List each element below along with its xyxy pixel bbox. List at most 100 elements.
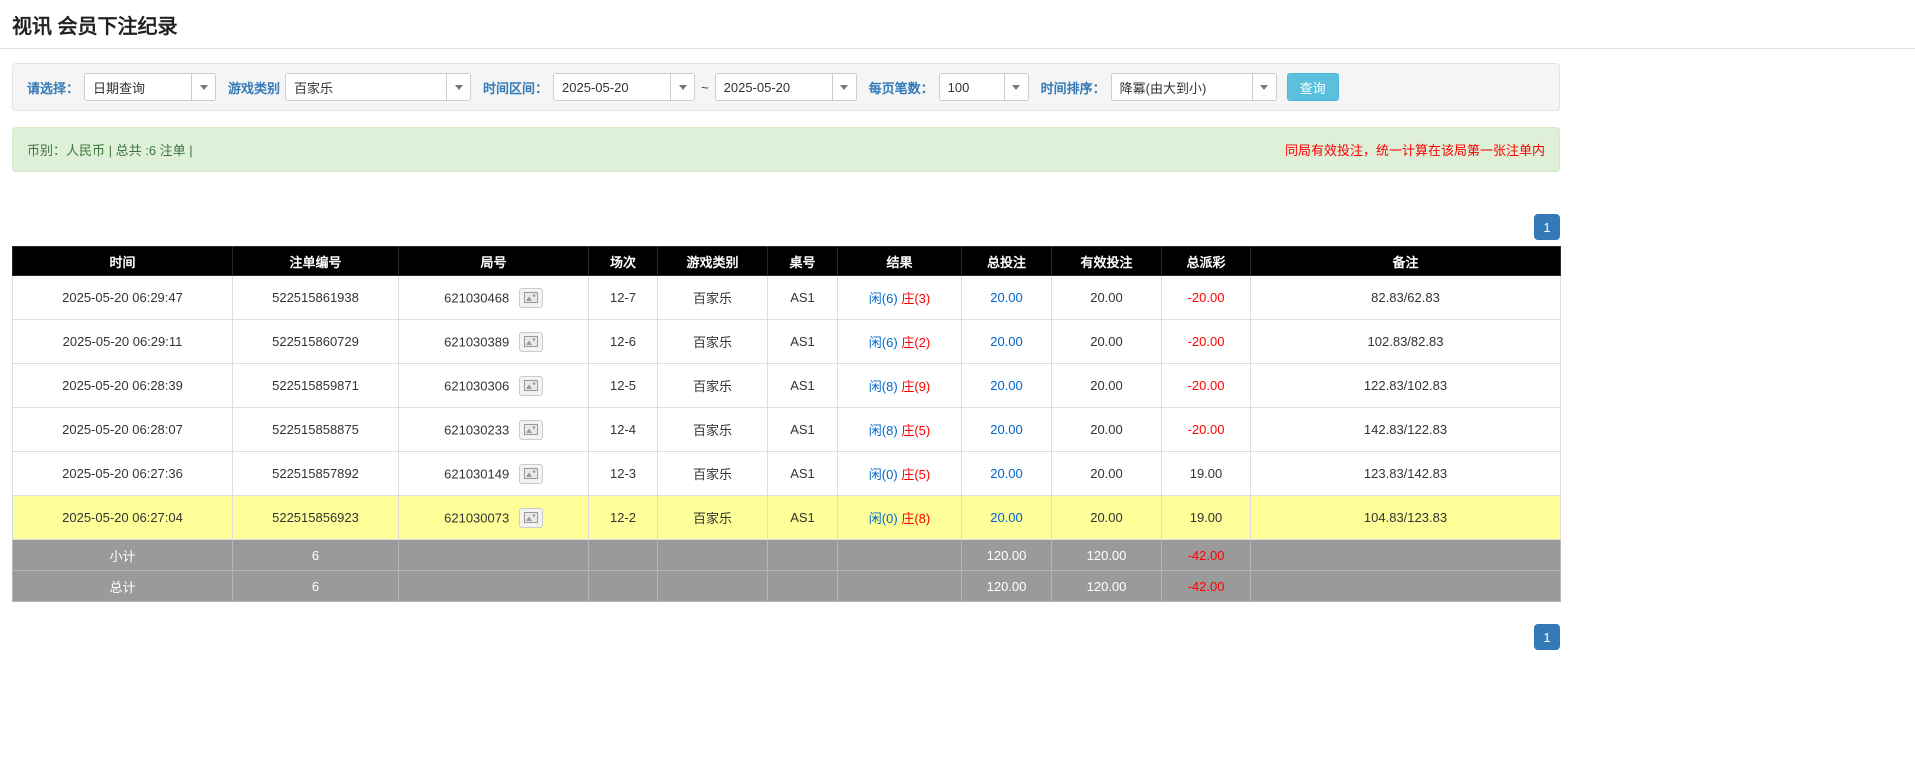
time-sort-value[interactable]: 降冪(由大到小) bbox=[1111, 73, 1253, 101]
cell-note: 122.83/102.83 bbox=[1251, 364, 1561, 408]
result-banker: 庄(8) bbox=[901, 511, 930, 526]
cell-note: 82.83/62.83 bbox=[1251, 276, 1561, 320]
cell-time: 2025-05-20 06:29:11 bbox=[13, 320, 233, 364]
round-id-text: 621030149 bbox=[444, 466, 509, 481]
video-replay-button[interactable] bbox=[519, 376, 543, 396]
page-size-caret-button[interactable] bbox=[1005, 73, 1029, 101]
round-id-text: 621030468 bbox=[444, 290, 509, 305]
cell-table-no: AS1 bbox=[768, 320, 838, 364]
result-player: 闲(6) bbox=[869, 335, 898, 350]
filter-bar: 请选择： 日期查询 游戏类别 百家乐 时间区间： 2025-05-20 ~ 20… bbox=[12, 63, 1560, 111]
video-thumbnail-icon bbox=[524, 424, 538, 435]
cell-table-no: AS1 bbox=[768, 364, 838, 408]
page-size-value[interactable]: 100 bbox=[939, 73, 1005, 101]
page-1-button[interactable]: 1 bbox=[1534, 624, 1560, 650]
cell-game-type: 百家乐 bbox=[658, 452, 768, 496]
date-from-caret-button[interactable] bbox=[671, 73, 695, 101]
cell-total-bet[interactable]: 20.00 bbox=[962, 276, 1052, 320]
search-button[interactable]: 查询 bbox=[1287, 73, 1339, 101]
cell-time: 2025-05-20 06:29:47 bbox=[13, 276, 233, 320]
date-to-caret-button[interactable] bbox=[833, 73, 857, 101]
video-replay-button[interactable] bbox=[519, 464, 543, 484]
date-from-value[interactable]: 2025-05-20 bbox=[553, 73, 671, 101]
header-valid-bet: 有效投注 bbox=[1052, 247, 1162, 276]
cell-table-no: AS1 bbox=[768, 452, 838, 496]
cell-session: 12-3 bbox=[589, 452, 658, 496]
total-total-bet: 120.00 bbox=[962, 571, 1052, 602]
result-player: 闲(8) bbox=[869, 423, 898, 438]
date-to-value[interactable]: 2025-05-20 bbox=[715, 73, 833, 101]
cell-bet-id: 522515859871 bbox=[233, 364, 399, 408]
chevron-down-icon bbox=[1012, 85, 1020, 90]
result-player: 闲(0) bbox=[869, 511, 898, 526]
query-type-caret-button[interactable] bbox=[192, 73, 216, 101]
video-thumbnail-icon bbox=[524, 380, 538, 391]
game-type-value[interactable]: 百家乐 bbox=[285, 73, 447, 101]
video-thumbnail-icon bbox=[524, 336, 538, 347]
cell-result: 闲(6) 庄(3) bbox=[838, 276, 962, 320]
cell-total-bet[interactable]: 20.00 bbox=[962, 452, 1052, 496]
cell-session: 12-7 bbox=[589, 276, 658, 320]
chevron-down-icon bbox=[200, 85, 208, 90]
content-container: 请选择： 日期查询 游戏类别 百家乐 时间区间： 2025-05-20 ~ 20… bbox=[12, 63, 1560, 650]
cell-round-id: 621030233 bbox=[399, 408, 589, 452]
empty-cell bbox=[838, 571, 962, 602]
query-type-value[interactable]: 日期查询 bbox=[84, 73, 192, 101]
date-to-picker[interactable]: 2025-05-20 bbox=[715, 73, 857, 101]
cell-game-type: 百家乐 bbox=[658, 364, 768, 408]
total-payout: -42.00 bbox=[1162, 571, 1251, 602]
date-from-picker[interactable]: 2025-05-20 bbox=[553, 73, 695, 101]
bet-records-table: 时间 注单编号 局号 场次 游戏类别 桌号 结果 总投注 有效投注 总派彩 备注… bbox=[12, 246, 1561, 602]
time-sort-select[interactable]: 降冪(由大到小) bbox=[1111, 73, 1277, 101]
query-type-select[interactable]: 日期查询 bbox=[84, 73, 216, 101]
video-replay-button[interactable] bbox=[519, 420, 543, 440]
video-replay-button[interactable] bbox=[519, 508, 543, 528]
empty-cell bbox=[589, 571, 658, 602]
result-banker: 庄(3) bbox=[901, 291, 930, 306]
cell-session: 12-2 bbox=[589, 496, 658, 540]
cell-bet-id: 522515858875 bbox=[233, 408, 399, 452]
game-type-label: 游戏类别 bbox=[228, 78, 280, 97]
video-replay-button[interactable] bbox=[519, 332, 543, 352]
subtotal-total-bet: 120.00 bbox=[962, 540, 1052, 571]
empty-cell bbox=[1251, 571, 1561, 602]
query-type-label: 请选择： bbox=[27, 78, 79, 97]
cell-time: 2025-05-20 06:27:04 bbox=[13, 496, 233, 540]
cell-total-bet[interactable]: 20.00 bbox=[962, 364, 1052, 408]
time-sort-caret-button[interactable] bbox=[1253, 73, 1277, 101]
subtotal-count: 6 bbox=[233, 540, 399, 571]
page-1-button[interactable]: 1 bbox=[1534, 214, 1560, 240]
header-round-id: 局号 bbox=[399, 247, 589, 276]
cell-note: 142.83/122.83 bbox=[1251, 408, 1561, 452]
cell-round-id: 621030149 bbox=[399, 452, 589, 496]
cell-game-type: 百家乐 bbox=[658, 276, 768, 320]
cell-table-no: AS1 bbox=[768, 276, 838, 320]
chevron-down-icon bbox=[455, 85, 463, 90]
round-id-text: 621030233 bbox=[444, 422, 509, 437]
table-row: 2025-05-20 06:27:36 522515857892 6210301… bbox=[13, 452, 1561, 496]
video-thumbnail-icon bbox=[524, 292, 538, 303]
table-row: 2025-05-20 06:29:47 522515861938 6210304… bbox=[13, 276, 1561, 320]
chevron-down-icon bbox=[840, 85, 848, 90]
filter-page-size: 每页笔数： 100 bbox=[865, 73, 1029, 101]
game-type-select[interactable]: 百家乐 bbox=[285, 73, 471, 101]
game-type-caret-button[interactable] bbox=[447, 73, 471, 101]
empty-cell bbox=[399, 540, 589, 571]
pagination-bottom: 1 bbox=[12, 624, 1560, 650]
cell-time: 2025-05-20 06:28:07 bbox=[13, 408, 233, 452]
cell-total-bet[interactable]: 20.00 bbox=[962, 408, 1052, 452]
cell-result: 闲(0) 庄(5) bbox=[838, 452, 962, 496]
table-row: 2025-05-20 06:28:07 522515858875 6210302… bbox=[13, 408, 1561, 452]
round-id-text: 621030073 bbox=[444, 510, 509, 525]
header-table-no: 桌号 bbox=[768, 247, 838, 276]
cell-total-bet[interactable]: 20.00 bbox=[962, 496, 1052, 540]
total-count: 6 bbox=[233, 571, 399, 602]
page-size-select[interactable]: 100 bbox=[939, 73, 1029, 101]
result-banker: 庄(5) bbox=[901, 423, 930, 438]
video-replay-button[interactable] bbox=[519, 288, 543, 308]
time-range-label: 时间区间： bbox=[483, 78, 548, 97]
cell-session: 12-5 bbox=[589, 364, 658, 408]
cell-round-id: 621030306 bbox=[399, 364, 589, 408]
cell-total-bet[interactable]: 20.00 bbox=[962, 320, 1052, 364]
cell-session: 12-4 bbox=[589, 408, 658, 452]
